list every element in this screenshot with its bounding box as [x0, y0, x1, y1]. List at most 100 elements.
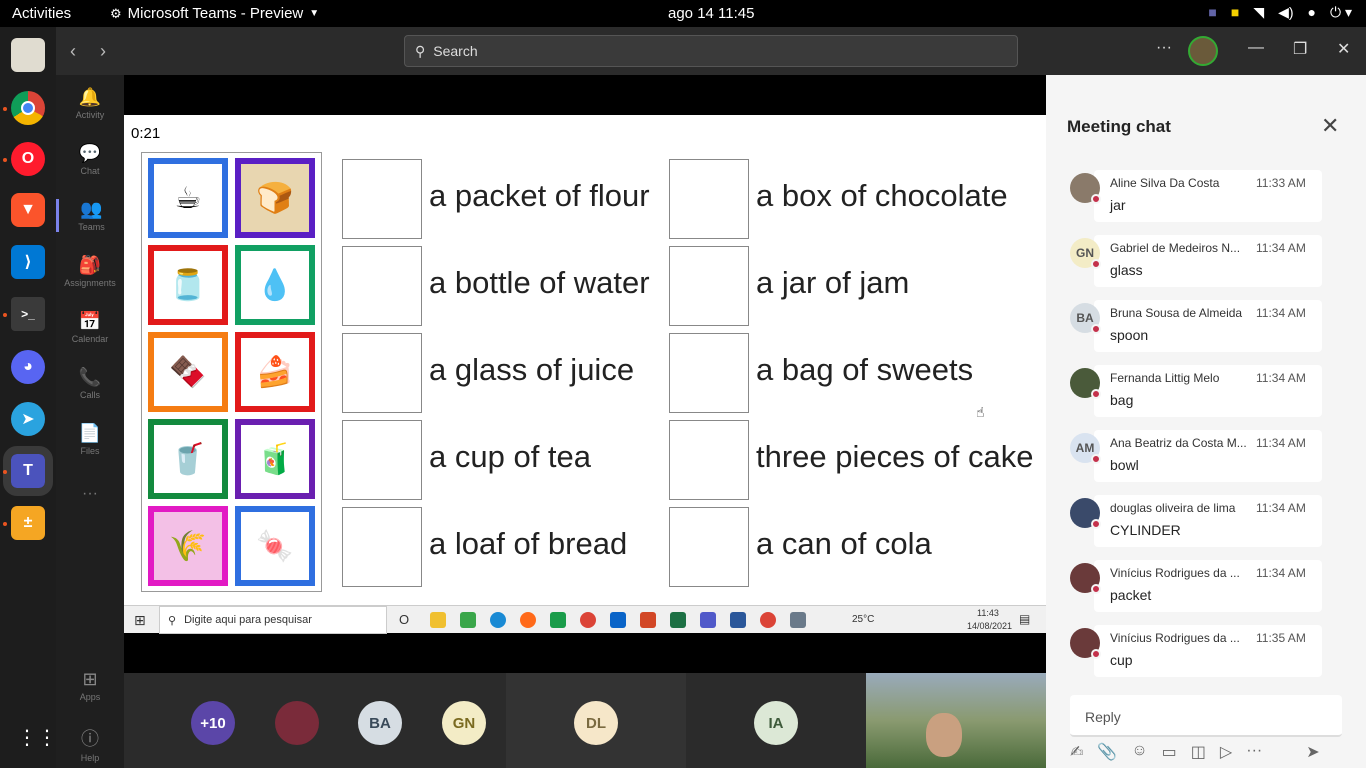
mic-icon[interactable]: ●: [1308, 4, 1316, 21]
chat-message[interactable]: Gabriel de Medeiros N... 11:34 AM glass GN: [1070, 235, 1322, 287]
windows-search-box: ⚲ Digite aqui para pesquisar: [159, 606, 387, 634]
telegram-icon[interactable]: ➤: [11, 402, 45, 436]
minimize-icon[interactable]: —: [1248, 39, 1264, 57]
teams-tray-icon[interactable]: ■: [1208, 4, 1216, 21]
message-text: bowl: [1110, 457, 1139, 473]
search-input[interactable]: ⚲ Search: [404, 35, 1018, 67]
wifi-icon[interactable]: ◥: [1253, 4, 1264, 21]
rail-calendar[interactable]: 📅 Calendar: [56, 311, 124, 344]
answer-box[interactable]: [342, 333, 422, 413]
tray-date: 14/08/2021: [967, 621, 1013, 631]
power-icon[interactable]: ⏻ ▾: [1330, 4, 1352, 21]
chat-message[interactable]: Bruna Sousa de Almeida 11:34 AM spoon BA: [1070, 300, 1322, 352]
cortana-icon: O: [399, 612, 410, 627]
answer-box[interactable]: [669, 246, 749, 326]
chat-message[interactable]: Vinícius Rodrigues da ... 11:34 AM packet: [1070, 560, 1322, 612]
rail-apps[interactable]: ⊞ Apps: [56, 669, 124, 702]
show-apps-grid-icon[interactable]: ⋮⋮⋮: [17, 727, 77, 749]
answer-box[interactable]: [342, 246, 422, 326]
message-time: 11:34 AM: [1256, 501, 1306, 515]
send-icon[interactable]: ➤: [1306, 742, 1319, 762]
volume-icon[interactable]: ◀): [1278, 4, 1293, 21]
activities-button[interactable]: Activities: [12, 5, 71, 22]
file-explorer-icon: [430, 612, 446, 628]
message-text: CYLINDER: [1110, 522, 1181, 538]
rail-help[interactable]: ⓘ Help: [56, 725, 124, 763]
maximize-icon[interactable]: ❐: [1293, 39, 1307, 59]
calculator-icon[interactable]: ±: [11, 506, 45, 540]
emoji-icon[interactable]: ☺: [1131, 742, 1147, 762]
chat-message[interactable]: Vinícius Rodrigues da ... 11:35 AM cup: [1070, 625, 1322, 677]
picture-panel: ☕ 🍞 🫙 💧 🍫 🍰 🥤 🧃 🌾 🍬: [141, 152, 322, 592]
sticker-icon[interactable]: ◫: [1191, 742, 1206, 762]
attach-icon[interactable]: 📎: [1097, 742, 1117, 762]
participant-avatar[interactable]: [275, 701, 319, 745]
rail-files[interactable]: 📄 Files: [56, 423, 124, 456]
profile-avatar[interactable]: [1188, 36, 1218, 66]
tea-cup-picture: ☕: [148, 158, 228, 238]
chat-message[interactable]: Fernanda Littig Melo 11:34 AM bag: [1070, 365, 1322, 417]
answer-box[interactable]: [669, 159, 749, 239]
meet-now-icon[interactable]: ▷: [1220, 742, 1232, 762]
more-options-button[interactable]: ···: [1156, 39, 1172, 57]
rail-teams[interactable]: 👥 Teams: [56, 199, 124, 232]
phrase-label: a packet of flour: [429, 178, 650, 213]
system-tray[interactable]: ■ ■ ◥ ◀) ● ⏻ ▾: [1208, 4, 1352, 21]
rail-chat[interactable]: 💬 Chat: [56, 143, 124, 176]
gif-icon[interactable]: ▭: [1162, 742, 1177, 762]
rail-activity[interactable]: 🔔 Activity: [56, 87, 124, 120]
notification-icon: ▤: [1019, 612, 1031, 626]
vscode-icon[interactable]: ⟩: [11, 245, 45, 279]
app-menu[interactable]: ⚙ Microsoft Teams - Preview ▼: [110, 5, 319, 22]
participants-strip: +10 BA GN DL IA: [124, 673, 1046, 768]
presenter-video[interactable]: [866, 673, 1046, 768]
chat-message[interactable]: Ana Beatriz da Costa M... 11:34 AM bowl AM: [1070, 430, 1322, 482]
chat-message[interactable]: douglas oliveira de lima 11:34 AM CYLINDER: [1070, 495, 1322, 547]
message-bubble: Aline Silva Da Costa 11:33 AM jar: [1094, 170, 1322, 222]
answer-box[interactable]: [342, 420, 422, 500]
participant-avatar-ba[interactable]: BA: [358, 701, 402, 745]
answer-box[interactable]: [342, 159, 422, 239]
rail-calls[interactable]: 📞 Calls: [56, 367, 124, 400]
discord-icon[interactable]: ◕: [11, 350, 45, 384]
firefox-icon: [520, 612, 536, 628]
teams-app-icon: ⚙: [110, 5, 122, 21]
phrase-label: a bag of sweets: [756, 352, 974, 387]
clock[interactable]: ago 14 11:45: [668, 5, 754, 22]
answer-box[interactable]: [669, 420, 749, 500]
message-bubble: Bruna Sousa de Almeida 11:34 AM spoon: [1094, 300, 1322, 352]
answer-box[interactable]: [342, 507, 422, 587]
close-window-icon[interactable]: ✕: [1337, 39, 1350, 59]
presence-status-icon: [1091, 324, 1101, 334]
rail-more[interactable]: ···: [56, 485, 124, 503]
answer-box[interactable]: [669, 507, 749, 587]
word-icon: [730, 612, 746, 628]
message-time: 11:34 AM: [1256, 371, 1306, 385]
participant-avatar-gn[interactable]: GN: [442, 701, 486, 745]
more-options-icon[interactable]: ···: [1246, 742, 1262, 762]
terminal-icon[interactable]: >_: [11, 297, 45, 331]
more-participants-badge[interactable]: +10: [191, 701, 235, 745]
format-icon[interactable]: ✍: [1070, 742, 1083, 762]
reply-input[interactable]: Reply: [1070, 695, 1342, 737]
opera-icon[interactable]: O: [11, 142, 45, 176]
phrase-label: a can of cola: [756, 526, 932, 561]
shared-screen-slide: 0:21 ☕ 🍞 🫙 💧 🍫 🍰 🥤 🧃 🌾 🍬 a packet of flo…: [124, 115, 1046, 605]
forward-icon[interactable]: ›: [100, 41, 106, 62]
files-app-icon[interactable]: [11, 38, 45, 72]
teams-title-bar: ‹ › ⚲ Search ··· — ❐ ✕: [56, 27, 1366, 75]
rail-assignments[interactable]: 🎒 Assignments: [56, 255, 124, 288]
teams-dock-icon[interactable]: T: [3, 446, 53, 496]
answer-box[interactable]: [669, 333, 749, 413]
sweets-bag-picture: 🍬: [235, 506, 315, 586]
chat-message[interactable]: Aline Silva Da Costa 11:33 AM jar: [1070, 170, 1322, 222]
phrase-label: a cup of tea: [429, 439, 592, 474]
notes-tray-icon[interactable]: ■: [1231, 4, 1239, 21]
close-chat-icon[interactable]: ✕: [1321, 113, 1339, 139]
brave-icon[interactable]: ▼: [11, 193, 45, 227]
participant-avatar-ia[interactable]: IA: [754, 701, 798, 745]
back-icon[interactable]: ‹: [70, 41, 76, 62]
chrome-icon[interactable]: [11, 91, 45, 125]
sender-name: douglas oliveira de lima: [1110, 501, 1236, 515]
participant-avatar-dl[interactable]: DL: [574, 701, 618, 745]
